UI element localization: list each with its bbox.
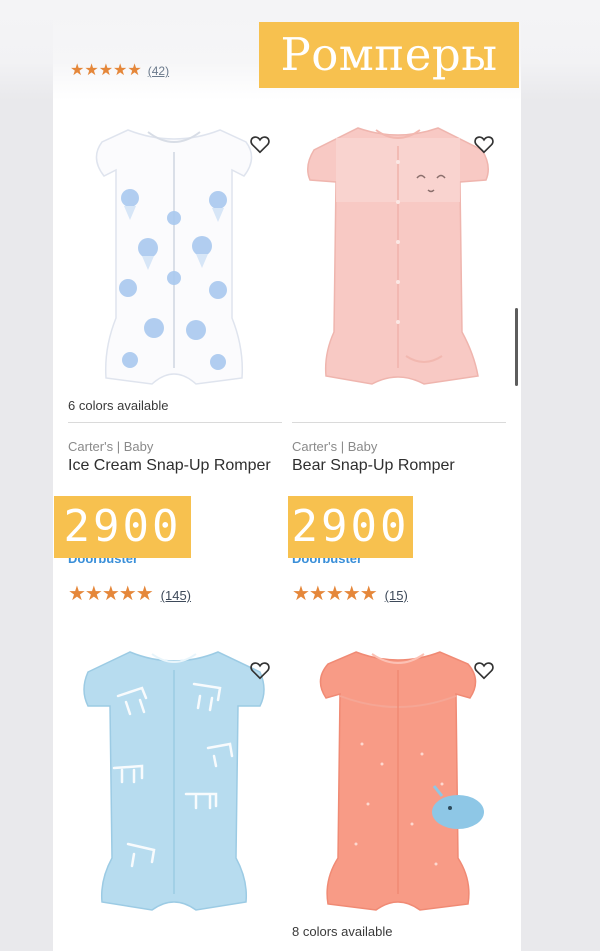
heart-outline-icon[interactable]: [249, 659, 271, 681]
product-image-ice-cream-romper[interactable]: [68, 118, 280, 390]
rating-stars: ★★★★★: [70, 62, 142, 79]
price-label: 2900: [54, 496, 191, 558]
rating-count-link[interactable]: (145): [161, 588, 191, 603]
category-banner: Ромперы: [259, 22, 519, 88]
divider: [68, 422, 282, 423]
star-icon: ★★★★★: [68, 583, 154, 605]
product-name[interactable]: Ice Cream Snap-Up Romper: [68, 456, 278, 476]
product-image-cat-romper[interactable]: [68, 644, 280, 916]
rating-count-link[interactable]: (15): [385, 588, 408, 603]
colors-available: 6 colors available: [68, 398, 169, 413]
price-label: 2900: [288, 496, 413, 558]
product-rating: ★★★★★ (15): [292, 581, 408, 606]
rating-count-link[interactable]: (42): [148, 64, 169, 78]
screen: ★★★★★ (42) Ромперы 6 colors available Car…: [0, 0, 600, 951]
star-icon: ★★★★★: [292, 583, 378, 605]
scrollbar[interactable]: [515, 308, 518, 386]
product-brand: Carter's | Baby: [292, 439, 378, 454]
colors-available: 8 colors available: [292, 924, 393, 939]
product-name[interactable]: Bear Snap-Up Romper: [292, 456, 502, 476]
product-image-whale-romper[interactable]: [292, 644, 504, 916]
product-brand: Carter's | Baby: [68, 439, 154, 454]
product-image-bear-romper[interactable]: [292, 118, 504, 390]
heart-outline-icon[interactable]: [249, 133, 271, 155]
product-rating: ★★★★★ (145): [68, 581, 191, 606]
previous-product-rating: ★★★★★ (42): [70, 60, 169, 80]
divider: [292, 422, 506, 423]
heart-outline-icon[interactable]: [473, 659, 495, 681]
heart-outline-icon[interactable]: [473, 133, 495, 155]
